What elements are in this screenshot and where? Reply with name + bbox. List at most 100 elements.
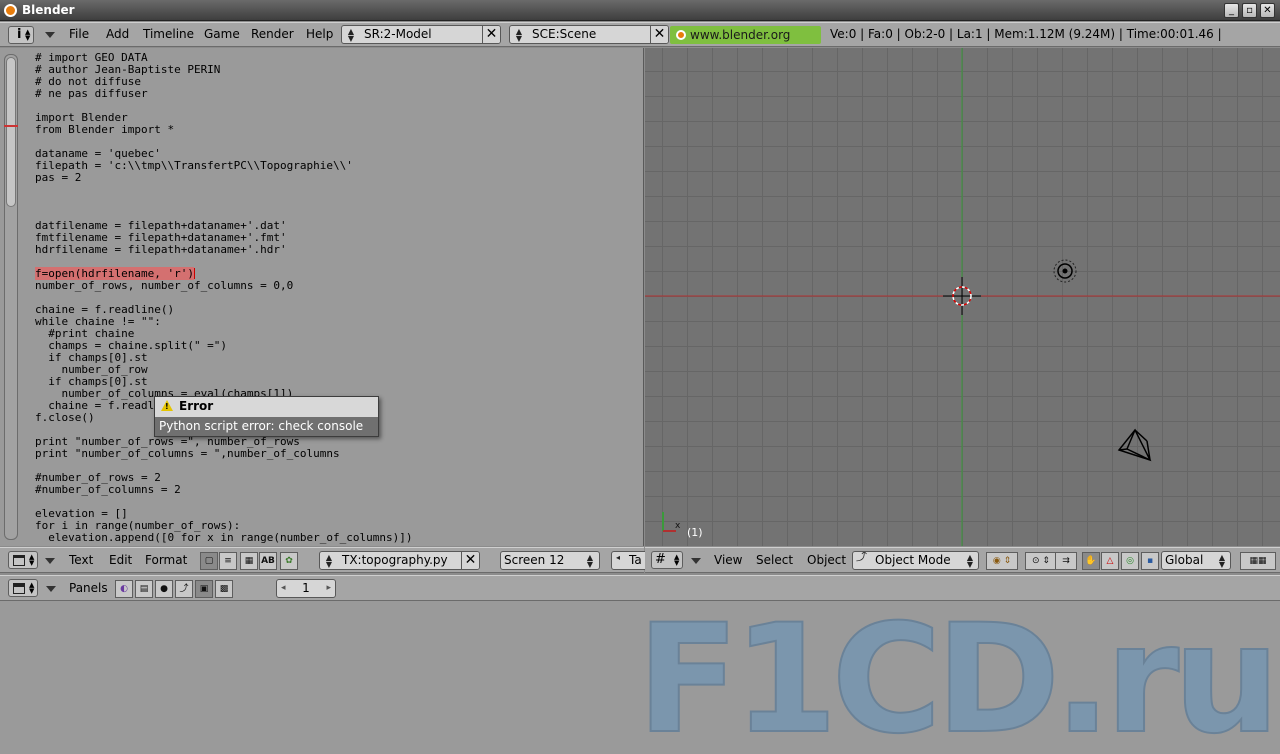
syntax-highlight-toggle-icon[interactable]: AB <box>259 552 277 570</box>
error-message[interactable]: Python script error: check console <box>159 419 363 433</box>
code-line[interactable]: print "number_of_columns = ",number_of_c… <box>35 448 413 460</box>
text-scrollbar[interactable] <box>4 54 18 540</box>
editor-type-info-icon[interactable]: i ▲ ▼ <box>8 26 34 44</box>
collapse-menu-icon[interactable] <box>45 32 55 38</box>
collapse-menu-icon[interactable] <box>691 558 701 564</box>
font-selector[interactable]: Screen 12 ▲ ▼ <box>500 551 600 570</box>
logic-context-icon[interactable]: ◐ <box>115 580 133 598</box>
lamp-icon <box>1053 259 1077 283</box>
object-context-icon[interactable]: ⤴ <box>175 580 193 598</box>
editing-context-icon[interactable]: ▣ <box>195 580 213 598</box>
svg-text:x: x <box>675 521 681 531</box>
text-scrollbar-thumb[interactable] <box>6 57 16 207</box>
up-down-arrows-icon: ▲ ▼ <box>347 27 355 43</box>
script-context-icon[interactable]: ▤ <box>135 580 153 598</box>
code-area[interactable]: # import GEO DATA # author Jean-Baptiste … <box>35 52 413 544</box>
menu-add[interactable]: Add <box>106 27 129 41</box>
menu-render[interactable]: Render <box>251 27 294 41</box>
scale-manipulator-icon[interactable]: ▪ <box>1141 552 1159 570</box>
menu-format[interactable]: Format <box>145 553 187 567</box>
collapse-menu-icon[interactable] <box>45 558 55 564</box>
menu-edit[interactable]: Edit <box>109 553 132 567</box>
widget-toggle-icon[interactable]: ⇉ <box>1055 552 1077 570</box>
code-line[interactable]: filepath = 'c:\\tmp\\TransfertPC\\Topogr… <box>35 160 413 172</box>
code-line-text: filepath = 'c:\\tmp\\TransfertPC\\Topogr… <box>35 159 353 172</box>
font-name: Screen 12 <box>504 553 565 567</box>
editor-type-buttons-icon[interactable]: ▲ ▼ <box>8 579 38 597</box>
window-title: Blender <box>22 3 75 17</box>
code-line-text: # ne pas diffuser <box>35 87 148 100</box>
code-line[interactable]: from Blender import * <box>35 124 413 136</box>
up-down-arrows-icon: ▲ ▼ <box>586 553 594 569</box>
blender-logo-icon <box>4 4 17 17</box>
fullscreen-toggle-icon[interactable]: ▢ <box>200 552 218 570</box>
python-plugins-toggle-icon[interactable]: ✿ <box>280 552 298 570</box>
blender-site-link[interactable]: www.blender.org 249.2 <box>670 26 821 60</box>
pivot-point-icon[interactable]: ⊙ ⇕ <box>1025 552 1057 570</box>
up-down-arrows-icon: ▲ ▼ <box>325 553 333 569</box>
editor-type-text-icon[interactable]: ▲ ▼ <box>8 551 38 569</box>
up-down-arrows-icon: ▲ ▼ <box>966 553 974 569</box>
menu-object[interactable]: Object <box>807 553 846 567</box>
menu-help[interactable]: Help <box>306 27 333 41</box>
scene-name: SCE:Scene <box>532 27 597 41</box>
code-line-text: pas = 2 <box>35 171 82 184</box>
menu-file[interactable]: File <box>69 27 89 41</box>
panels-menu[interactable]: Panels <box>69 581 108 595</box>
editor-type-3d-icon[interactable]: # ▲ ▼ <box>651 551 683 569</box>
line-numbers-toggle-icon[interactable]: ≡ <box>219 552 237 570</box>
orientation-selector[interactable]: Global ▲ ▼ <box>1161 551 1231 570</box>
rotate-manipulator-icon[interactable]: ◎ <box>1121 552 1139 570</box>
layer-buttons[interactable]: ▦▦ <box>1240 552 1276 570</box>
draw-type-icon[interactable]: ◉ ⇕ <box>986 552 1018 570</box>
screen-selector[interactable]: ▲ ▼ SR:2-Model ✕ <box>341 25 501 44</box>
code-line-text: #number_of_columns = 2 <box>35 483 181 496</box>
code-line[interactable]: pas = 2 <box>35 172 413 184</box>
text-editor-header: ▲ ▼ Text Edit Format ▢ ≡ ▦ AB ✿ ▲ ▼ TX:top… <box>0 547 651 573</box>
manipulator-hand-icon[interactable]: ✋ <box>1082 552 1100 570</box>
increment-arrow-icon[interactable]: ▸ <box>326 580 331 597</box>
textblock-name: TX:topography.py <box>342 553 448 567</box>
3d-viewport[interactable]: x (1) <box>645 48 1280 546</box>
collapse-menu-icon[interactable] <box>46 586 56 592</box>
frame-number-field[interactable]: ◂ 1 ▸ <box>276 579 336 598</box>
word-wrap-toggle-icon[interactable]: ▦ <box>240 552 258 570</box>
text-cursor <box>193 268 195 279</box>
text-editor[interactable]: # import GEO DATA # author Jean-Baptiste … <box>0 48 644 546</box>
buttons-window[interactable]: F1CD.ru <box>0 601 1280 754</box>
decrement-arrow-icon[interactable]: ◂ <box>281 580 286 597</box>
delete-scene-button[interactable]: ✕ <box>650 26 668 43</box>
code-line[interactable]: hdrfilename = filepath+dataname+'.hdr' <box>35 244 413 256</box>
code-line[interactable]: number_of_rows, number_of_columns = 0,0 <box>35 280 413 292</box>
watermark-logo: F1CD.ru <box>636 601 1280 754</box>
delete-screen-button[interactable]: ✕ <box>482 26 500 43</box>
frame-number: 1 <box>302 581 310 595</box>
code-line[interactable]: elevation.append([0 for x in range(numbe… <box>35 532 412 544</box>
warning-icon: ! <box>161 400 173 411</box>
minimize-button[interactable]: _ <box>1224 3 1239 18</box>
menu-select[interactable]: Select <box>756 553 793 567</box>
screen-name: SR:2-Model <box>364 27 432 41</box>
scene-context-icon[interactable]: ▩ <box>215 580 233 598</box>
scroll-marker <box>4 125 18 127</box>
textblock-selector[interactable]: ▲ ▼ TX:topography.py ✕ <box>319 551 480 570</box>
code-line[interactable] <box>35 196 413 208</box>
maximize-button[interactable]: ▫ <box>1242 3 1257 18</box>
code-line[interactable]: # ne pas diffuser <box>35 88 413 100</box>
close-button[interactable]: ✕ <box>1260 3 1275 18</box>
mode-selector[interactable]: ⤴ Object Mode ▲ ▼ <box>852 551 979 570</box>
unlink-text-button[interactable]: ✕ <box>461 552 479 569</box>
menu-text[interactable]: Text <box>69 553 93 567</box>
error-title: Error <box>179 399 214 413</box>
code-line[interactable] <box>35 184 413 196</box>
shading-context-icon[interactable]: ● <box>155 580 173 598</box>
menu-game[interactable]: Game <box>204 27 240 41</box>
viewport-overlay: x <box>645 48 1280 546</box>
info-header: i ▲ ▼ File Add Timeline Game Render Help … <box>0 22 1280 60</box>
scene-selector[interactable]: ▲ ▼ SCE:Scene ✕ <box>509 25 669 44</box>
translate-manipulator-icon[interactable]: △ <box>1101 552 1119 570</box>
menu-view[interactable]: View <box>714 553 742 567</box>
error-popup-header: ! Error <box>155 397 378 417</box>
menu-timeline[interactable]: Timeline <box>143 27 194 41</box>
code-line[interactable]: #number_of_columns = 2 <box>35 484 413 496</box>
